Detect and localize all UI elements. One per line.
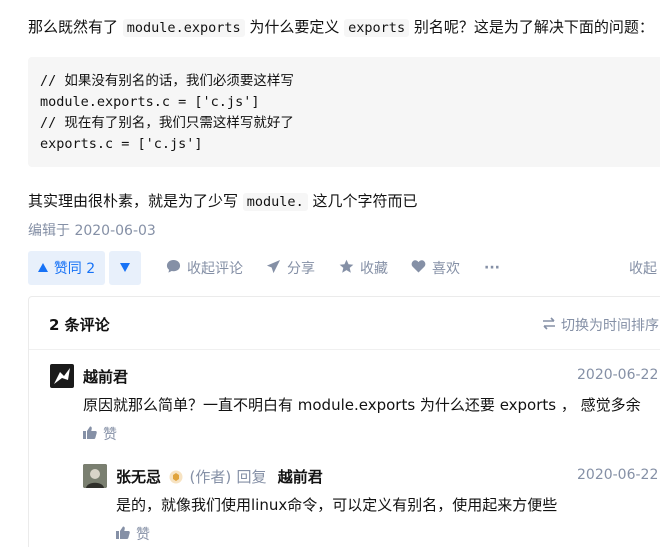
triangle-down-icon bbox=[120, 261, 130, 275]
edited-date[interactable]: 编辑于 2020-06-03 bbox=[28, 220, 156, 240]
sort-toggle-button[interactable]: 切换为时间排序 bbox=[542, 315, 659, 335]
comment-text: 原因就那么简单？一直不明白有 module.exports 为什么还要 expo… bbox=[83, 396, 641, 414]
comment-item: 越前君 2020-06-22 原因就那么简单？一直不明白有 module.exp… bbox=[29, 350, 660, 450]
intro-text-2: 为什么要定义 bbox=[249, 18, 340, 36]
intro-text-1: 那么既然有了 bbox=[28, 18, 119, 36]
code-block: // 如果没有别名的话，我们必须要这样写 module.exports.c = … bbox=[28, 57, 660, 167]
upvote-label: 赞同 2 bbox=[53, 261, 96, 277]
code-line: // 如果没有别名的话，我们必须要这样写 bbox=[40, 73, 294, 89]
triangle-up-icon bbox=[37, 260, 48, 276]
action-bar: 赞同 2 收起评论 分享 收藏 喜欢 ··· 收起 bbox=[28, 251, 660, 285]
comment-bubble-icon bbox=[166, 259, 181, 278]
like-label: 喜欢 bbox=[432, 261, 460, 277]
comments-panel: 2 条评论 切换为时间排序 越前君 2020-06-22 原因就那么简单？一直不… bbox=[28, 296, 660, 547]
more-icon: ··· bbox=[484, 260, 500, 276]
inline-code-module: module. bbox=[242, 193, 308, 211]
comment-text: 是的，就像我们使用linux命令，可以定义有别名，使用起来方便些 bbox=[116, 496, 558, 514]
inline-code-module-exports: module.exports bbox=[122, 19, 245, 37]
thumbs-up-icon bbox=[83, 426, 97, 443]
code-line: // 现在有了别名，我们只需这样写就好了 bbox=[40, 115, 294, 131]
comment-like-button[interactable]: 赞 bbox=[83, 424, 117, 444]
reply-word: 回复 bbox=[236, 468, 267, 486]
upvote-button[interactable]: 赞同 2 bbox=[28, 251, 105, 285]
share-button[interactable]: 分享 bbox=[266, 251, 315, 285]
favorite-button[interactable]: 收藏 bbox=[339, 251, 388, 285]
outro-paragraph: 其实理由很朴素，就是为了少写 module. 这几个字符而已 bbox=[28, 190, 418, 213]
thumbs-up-icon bbox=[116, 526, 130, 543]
comment-date: 2020-06-22 bbox=[577, 467, 659, 483]
author-tag: (作者) bbox=[189, 468, 232, 486]
intro-text-3: 别名呢？这是为了解决下面的问题： bbox=[413, 18, 654, 36]
comment-author[interactable]: 越前君 bbox=[83, 366, 128, 387]
code-line: module.exports.c = ['c.js'] bbox=[40, 94, 260, 110]
reply-to-author[interactable]: 越前君 bbox=[278, 468, 323, 486]
avatar[interactable] bbox=[50, 364, 74, 388]
more-button[interactable]: ··· bbox=[484, 251, 500, 285]
comment-author[interactable]: 张无忌 bbox=[116, 468, 161, 486]
comment-date: 2020-06-22 bbox=[577, 367, 659, 383]
outro-text-2: 这几个字符而已 bbox=[312, 192, 418, 210]
downvote-button[interactable] bbox=[109, 251, 141, 285]
like-label: 赞 bbox=[136, 527, 150, 543]
comment-like-button[interactable]: 赞 bbox=[116, 524, 150, 544]
like-label: 赞 bbox=[103, 427, 117, 443]
intro-paragraph: 那么既然有了 module.exports 为什么要定义 exports 别名呢… bbox=[28, 16, 654, 39]
sort-label: 切换为时间排序 bbox=[561, 318, 659, 334]
favorite-label: 收藏 bbox=[360, 261, 388, 277]
collapse-comments-label: 收起评论 bbox=[187, 261, 243, 277]
star-icon bbox=[339, 259, 354, 278]
reply-author-line: 张无忌 (作者) 回复 越前君 bbox=[116, 466, 323, 488]
author-badge-icon bbox=[169, 470, 183, 488]
collapse-label: 收起 bbox=[629, 261, 657, 277]
heart-icon bbox=[411, 259, 426, 277]
comments-header: 2 条评论 切换为时间排序 bbox=[29, 297, 660, 350]
collapse-button[interactable]: 收起 bbox=[629, 251, 657, 285]
collapse-comments-button[interactable]: 收起评论 bbox=[166, 251, 243, 285]
swap-icon bbox=[542, 316, 556, 334]
like-button[interactable]: 喜欢 bbox=[411, 251, 460, 285]
inline-code-exports: exports bbox=[344, 19, 410, 37]
avatar[interactable] bbox=[83, 464, 107, 488]
comment-count: 2 条评论 bbox=[49, 316, 110, 334]
share-label: 分享 bbox=[287, 261, 315, 277]
comment-reply-item: 张无忌 (作者) 回复 越前君 2020-06-22 是的，就像我们使用linu… bbox=[29, 450, 660, 547]
code-line: exports.c = ['c.js'] bbox=[40, 136, 203, 152]
outro-text-1: 其实理由很朴素，就是为了少写 bbox=[28, 192, 239, 210]
paper-plane-icon bbox=[266, 259, 281, 278]
